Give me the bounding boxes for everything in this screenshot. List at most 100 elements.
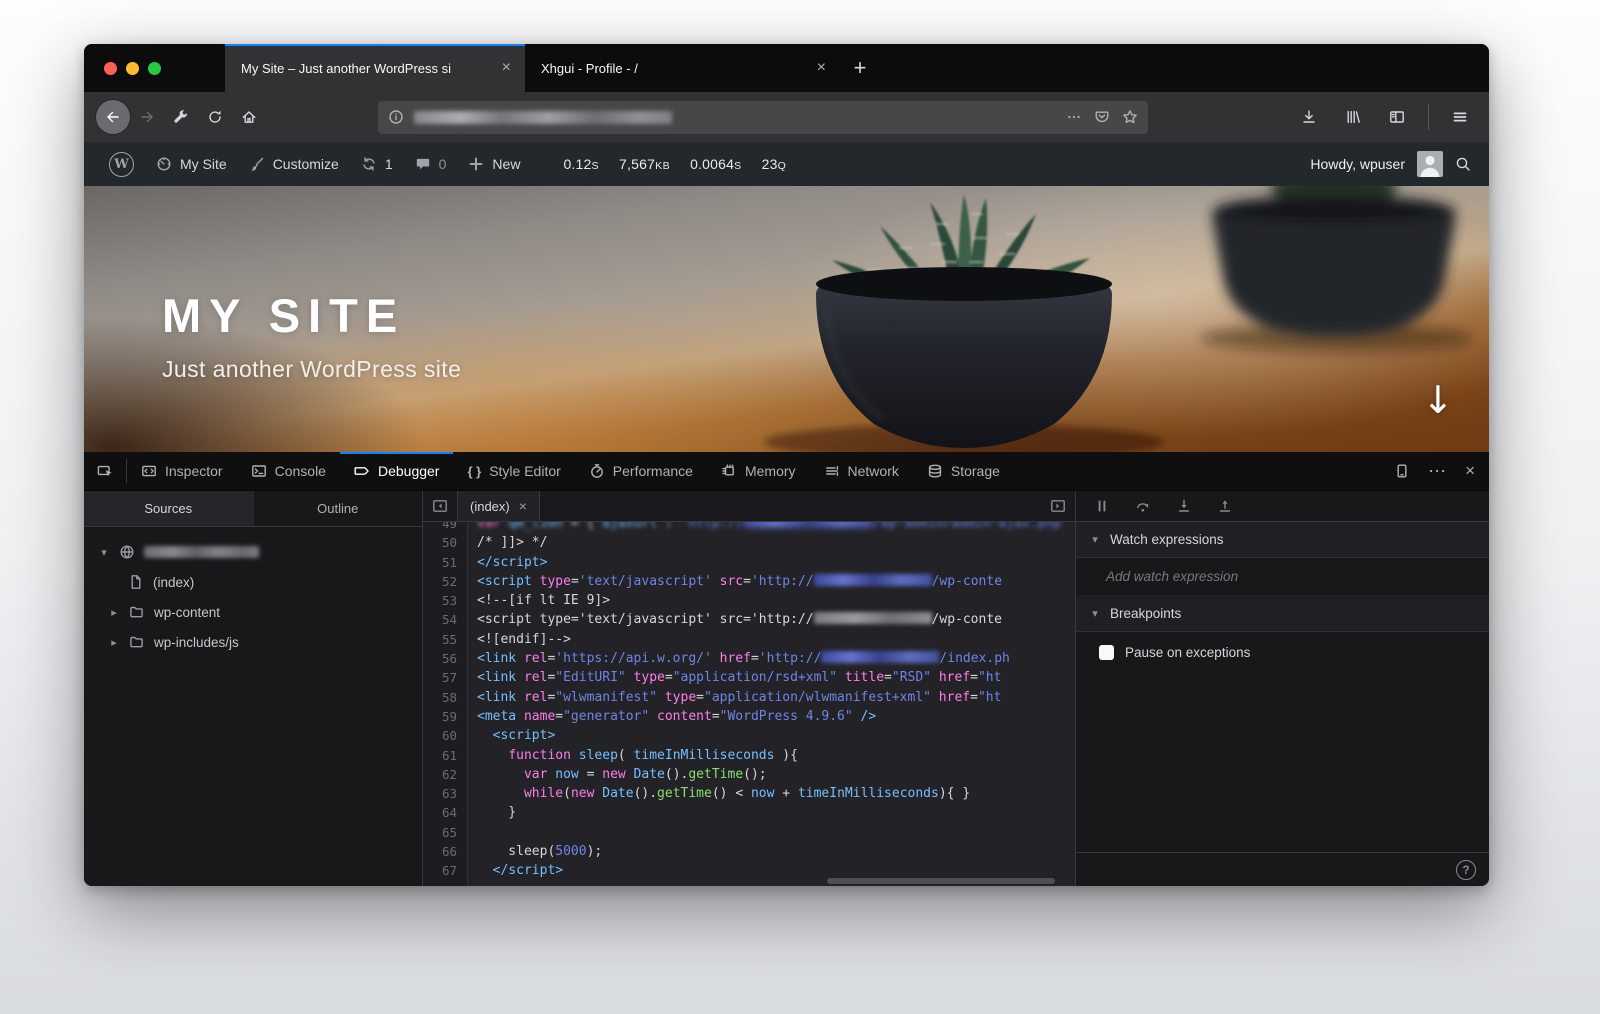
line-number[interactable]: 52 [423, 572, 457, 591]
devtools-tab-label: Debugger [377, 463, 440, 479]
close-editor-tab-icon[interactable]: × [519, 498, 527, 514]
line-number[interactable]: 67 [423, 861, 457, 880]
step-over-icon[interactable] [1135, 498, 1151, 514]
devtools-tab-console[interactable]: Console [237, 452, 340, 490]
code-area[interactable]: 49 50 51 52 53 54 55 56 57 58 59 60 61 62 63 64 65 66 67 v… [423, 522, 1075, 886]
url-bar[interactable] [378, 100, 1148, 134]
caret-right-icon[interactable]: ▸ [108, 636, 120, 649]
tab-sources[interactable]: Sources [84, 491, 254, 526]
sources-panel: Sources Outline ▾ (index) ▸ wp-content ▸… [84, 491, 423, 886]
downloads-button[interactable] [1292, 100, 1326, 134]
add-watch-expression-input[interactable]: Add watch expression [1076, 558, 1489, 596]
line-number[interactable]: 53 [423, 591, 457, 610]
wp-logo-menu[interactable]: W [98, 142, 145, 186]
redacted-url [813, 573, 932, 586]
menu-button[interactable] [1443, 100, 1477, 134]
line-number[interactable]: 55 [423, 630, 457, 649]
bookmark-star-icon[interactable] [1122, 109, 1138, 125]
browser-tab-my-site[interactable]: My Site – Just another WordPress si × [225, 44, 525, 92]
line-number[interactable]: 65 [423, 823, 457, 842]
line-number[interactable]: 49 [423, 522, 457, 533]
responsive-design-icon[interactable] [1394, 463, 1410, 479]
scroll-down-arrow[interactable]: ↓ [1422, 378, 1454, 422]
back-button[interactable] [96, 100, 130, 134]
sidebar-button[interactable] [1380, 100, 1414, 134]
line-number[interactable]: 58 [423, 688, 457, 707]
adminbar-comments[interactable]: 0 [404, 142, 458, 186]
library-button[interactable] [1336, 100, 1370, 134]
pause-on-exceptions-checkbox[interactable] [1099, 644, 1114, 660]
browser-window[interactable]: My Site – Just another WordPress si × Xh… [84, 44, 1489, 886]
zoom-window-button[interactable] [148, 61, 161, 75]
pick-element-button[interactable] [84, 452, 126, 490]
source-root-domain[interactable]: ▾ [84, 537, 422, 567]
caret-down-icon: ▾ [1092, 607, 1098, 620]
collapse-sources-button[interactable] [423, 491, 457, 521]
step-in-icon[interactable] [1176, 498, 1192, 514]
close-window-button[interactable] [104, 61, 117, 75]
line-number[interactable]: 51 [423, 553, 457, 572]
devtools-tab-storage[interactable]: Storage [913, 452, 1014, 490]
browser-tab-xhgui[interactable]: Xhgui - Profile - / × [525, 44, 840, 92]
page-actions-icon[interactable] [1066, 109, 1082, 125]
line-number[interactable]: 60 [423, 726, 457, 745]
caret-down-icon[interactable]: ▾ [98, 546, 110, 559]
adminbar-customize[interactable]: Customize [238, 142, 350, 186]
user-avatar[interactable] [1417, 151, 1443, 177]
source-file-index[interactable]: (index) [84, 567, 422, 597]
home-button[interactable] [232, 100, 266, 134]
step-out-icon[interactable] [1217, 498, 1233, 514]
line-number[interactable]: 59 [423, 707, 457, 726]
close-tab-icon[interactable]: × [813, 59, 830, 77]
devtools-tab-performance[interactable]: Performance [575, 452, 707, 490]
caret-down-icon: ▾ [1092, 533, 1098, 546]
line-number[interactable]: 57 [423, 668, 457, 687]
line-number[interactable]: 63 [423, 784, 457, 803]
adminbar-updates[interactable]: 1 [350, 142, 404, 186]
paintbrush-icon [249, 156, 265, 172]
adminbar-my-site[interactable]: My Site [145, 142, 238, 186]
back-icon [105, 109, 121, 125]
tab-title: My Site – Just another WordPress si [241, 60, 452, 76]
devtools-menu-icon[interactable]: ⋯ [1428, 461, 1447, 482]
code-line: <meta name="generator" content="WordPres… [477, 708, 877, 724]
search-icon[interactable] [1455, 156, 1471, 172]
watch-expressions-header[interactable]: ▾ Watch expressions [1076, 522, 1489, 558]
line-number[interactable]: 64 [423, 803, 457, 822]
forward-button[interactable] [130, 100, 164, 134]
devtools-tab-inspector[interactable]: Inspector [127, 452, 237, 490]
breakpoints-header[interactable]: ▾ Breakpoints [1076, 596, 1489, 632]
devtools-tab-memory[interactable]: Memory [707, 452, 810, 490]
line-number[interactable]: 62 [423, 765, 457, 784]
minimize-window-button[interactable] [126, 61, 139, 75]
howdy-user[interactable]: Howdy, wpuser [1310, 156, 1405, 172]
line-number[interactable]: 66 [423, 842, 457, 861]
devtools-tab-debugger[interactable]: Debugger [339, 452, 454, 490]
devtools-tab-style-editor[interactable]: { } Style Editor [453, 452, 574, 490]
pause-icon[interactable] [1094, 498, 1110, 514]
pocket-icon[interactable] [1094, 109, 1110, 125]
adminbar-new[interactable]: New [457, 142, 531, 186]
close-tab-icon[interactable]: × [498, 59, 515, 77]
line-number[interactable]: 61 [423, 746, 457, 765]
horizontal-scrollbar[interactable] [827, 878, 1056, 884]
line-number[interactable]: 50 [423, 533, 457, 552]
page-tools-button[interactable] [164, 100, 198, 134]
stepping-toolbar [1076, 491, 1489, 522]
help-icon[interactable]: ? [1456, 859, 1476, 880]
line-number-gutter[interactable]: 49 50 51 52 53 54 55 56 57 58 59 60 61 62 63 64 65 66 67 [423, 522, 467, 881]
new-tab-button[interactable]: + [840, 44, 880, 92]
tab-outline[interactable]: Outline [254, 491, 423, 526]
site-info-icon[interactable] [388, 109, 404, 125]
query-monitor-stats[interactable]: 0.12S 7,567KB 0.0064S 23Q [553, 156, 796, 172]
caret-right-icon[interactable]: ▸ [108, 606, 120, 619]
source-folder-wp-includes[interactable]: ▸ wp-includes/js [84, 627, 422, 657]
devtools-tab-network[interactable]: Network [810, 452, 913, 490]
close-devtools-icon[interactable]: × [1465, 461, 1475, 481]
expand-panel-button[interactable] [1041, 498, 1075, 514]
editor-tab-index[interactable]: (index) × [457, 491, 540, 521]
reload-button[interactable] [198, 100, 232, 134]
line-number[interactable]: 54 [423, 610, 457, 629]
source-folder-wp-content[interactable]: ▸ wp-content [84, 597, 422, 627]
line-number[interactable]: 56 [423, 649, 457, 668]
